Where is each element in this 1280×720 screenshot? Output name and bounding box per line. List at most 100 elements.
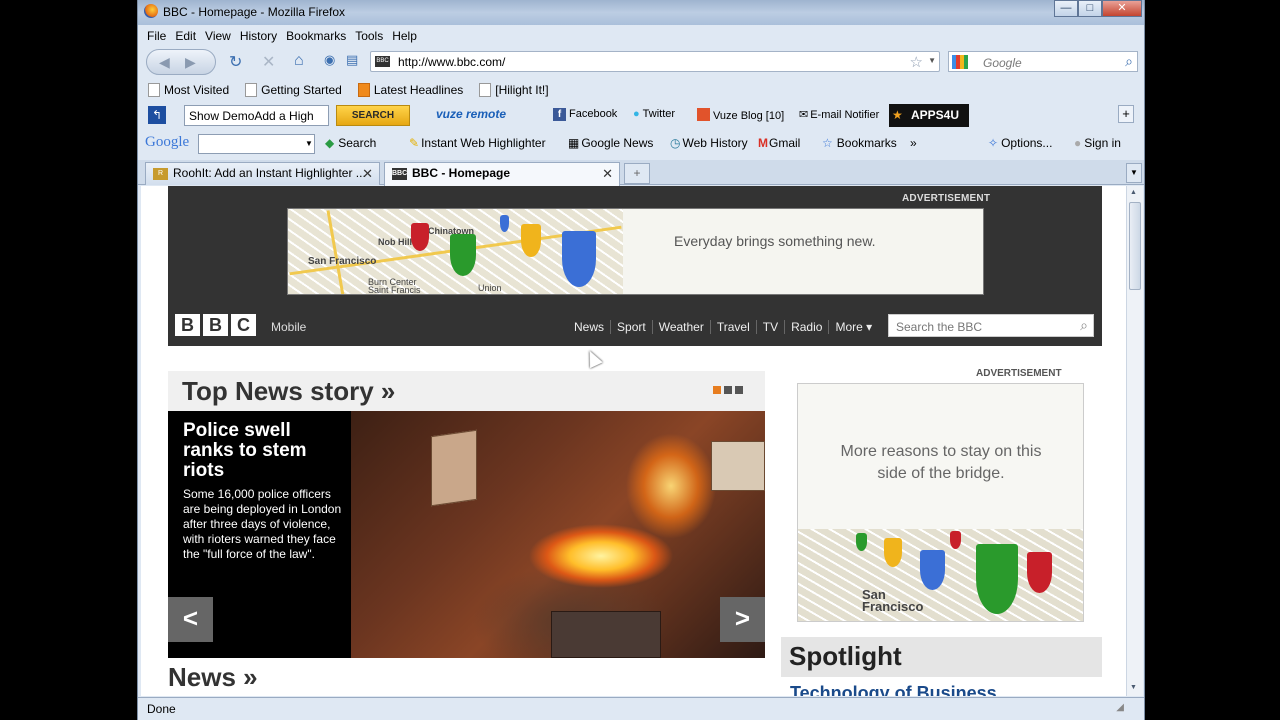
search-icon: ◆ <box>325 136 335 150</box>
tab-bar: R RoohIt: Add an Instant Highlighter ...… <box>138 160 1144 186</box>
search-icon[interactable]: ⌕ <box>1080 317 1088 334</box>
bookmark-latest-headlines[interactable]: Latest Headlines <box>357 80 463 100</box>
top-advertisement[interactable]: Chinatown San Francisco Nob Hill Burn Ce… <box>287 208 984 295</box>
addon-icon[interactable]: ◉ <box>324 52 335 68</box>
nav-news[interactable]: News <box>568 320 610 334</box>
nav-travel[interactable]: Travel <box>709 320 756 334</box>
address-bar[interactable]: BBC http://www.bbc.com/ ☆ ▼ <box>370 51 940 72</box>
nav-tv[interactable]: TV <box>755 320 784 334</box>
spotlight-title[interactable]: Spotlight <box>789 641 902 672</box>
add-toolbar-icon[interactable]: + <box>1118 105 1134 123</box>
side-advertisement[interactable]: More reasons to stay on this side of the… <box>797 383 1084 622</box>
stop-icon[interactable]: ✕ <box>262 52 275 72</box>
nav-weather[interactable]: Weather <box>651 320 710 334</box>
nav-more[interactable]: More ▾ <box>828 320 878 334</box>
page-icon <box>245 83 258 97</box>
next-story-button[interactable]: > <box>720 597 765 642</box>
maximize-button[interactable]: □ <box>1078 0 1102 17</box>
green-pin-icon <box>976 544 1018 614</box>
google-news-button[interactable]: ▦ Google News <box>568 136 653 150</box>
facebook-button[interactable]: f Facebook <box>553 108 617 121</box>
minimize-button[interactable]: — <box>1054 0 1078 17</box>
spotlight-link[interactable]: Technology of Business <box>790 683 997 696</box>
scrollbar-thumb[interactable] <box>1129 202 1141 290</box>
bookmark-hilight-it[interactable]: [Hilight It!] <box>479 80 549 100</box>
reload-icon[interactable]: ↻ <box>229 52 242 72</box>
forward-arrow-icon[interactable]: ▶ <box>185 54 196 71</box>
bookmark-star-icon[interactable]: ☆ <box>910 53 923 71</box>
new-tab-button[interactable]: + <box>624 163 650 184</box>
carousel-dot[interactable] <box>724 386 732 394</box>
search-bar[interactable]: Google ⌕ <box>948 51 1138 72</box>
google-search-button[interactable]: ◆ Search <box>325 136 376 150</box>
search-icon[interactable]: ⌕ <box>1125 53 1133 70</box>
news-section-title[interactable]: News » <box>168 662 258 693</box>
mobile-link[interactable]: Mobile <box>271 320 306 334</box>
carousel-dot[interactable] <box>735 386 743 394</box>
google-input-dropdown-icon[interactable]: ▼ <box>305 139 313 148</box>
apps4u-button[interactable]: APPS4U <box>889 104 969 127</box>
bbc-logo[interactable]: B B C <box>175 314 256 336</box>
nav-radio[interactable]: Radio <box>784 320 828 334</box>
top-story-panel[interactable]: Police swell ranks to stem riots Some 16… <box>168 411 765 658</box>
back-forward-buttons[interactable]: ◀ ▶ <box>146 49 216 75</box>
menu-bookmarks[interactable]: Bookmarks <box>286 26 346 46</box>
more-chevron[interactable]: » <box>910 136 917 150</box>
toolbar-logo-icon[interactable]: ↰ <box>148 106 166 124</box>
url-dropdown-icon[interactable]: ▼ <box>928 56 936 65</box>
prev-story-button[interactable]: < <box>168 597 213 642</box>
scroll-down-icon[interactable]: ▼ <box>1130 684 1137 691</box>
tab-bbc-homepage[interactable]: BBC BBC - Homepage ✕ <box>384 162 620 186</box>
carousel-dot[interactable] <box>713 386 721 394</box>
page-viewport: ADVERTISEMENT Chinatown San Francisco No… <box>141 186 1126 696</box>
story-headline[interactable]: Police swell ranks to stem riots <box>183 421 343 481</box>
nav-sport[interactable]: Sport <box>610 320 652 334</box>
google-search-input[interactable] <box>198 134 315 154</box>
twitter-button[interactable]: ● Twitter <box>633 108 675 120</box>
bbc-search-input[interactable]: Search the BBC ⌕ <box>888 314 1094 337</box>
close-tab-icon[interactable]: ✕ <box>602 163 613 184</box>
menu-help[interactable]: Help <box>392 26 417 46</box>
vertical-scrollbar[interactable]: ▲ ▼ <box>1126 186 1143 696</box>
bookmarks-toolbar: Most Visited Getting Started Latest Head… <box>138 80 1144 100</box>
story-summary: Some 16,000 police officers are being de… <box>183 487 342 561</box>
menu-view[interactable]: View <box>205 26 231 46</box>
bookmark-getting-started[interactable]: Getting Started <box>245 80 342 100</box>
menu-file[interactable]: File <box>147 26 166 46</box>
close-tab-icon[interactable]: ✕ <box>362 163 373 184</box>
sidebar-icon[interactable]: ▤ <box>346 52 358 68</box>
browser-window: BBC - Homepage - Mozilla Firefox — □ ✕ F… <box>137 0 1145 720</box>
map-label: Nob Hill <box>378 237 412 247</box>
story-image[interactable] <box>351 411 765 658</box>
email-notifier-button[interactable]: ✉ E-mail Notifier <box>799 108 879 121</box>
sign-in-button[interactable]: ● Sign in <box>1074 136 1121 150</box>
gmail-button[interactable]: MGmail <box>758 136 800 150</box>
home-icon[interactable]: ⌂ <box>294 52 304 70</box>
scroll-up-icon[interactable]: ▲ <box>1130 189 1137 196</box>
site-identity-icon[interactable]: BBC <box>375 56 390 67</box>
top-news-title[interactable]: Top News story » <box>182 376 395 407</box>
menu-history[interactable]: History <box>240 26 277 46</box>
highlighter-button[interactable]: ✎ Instant Web Highlighter <box>409 136 546 150</box>
resize-grip-icon[interactable]: ◢ <box>1116 702 1124 713</box>
close-button[interactable]: ✕ <box>1102 0 1142 17</box>
google-engine-icon[interactable] <box>952 55 968 69</box>
back-arrow-icon[interactable]: ◀ <box>159 54 170 71</box>
bbc-search-placeholder: Search the BBC <box>896 320 983 334</box>
tab-list-icon[interactable]: ▼ <box>1126 163 1142 183</box>
url-text[interactable]: http://www.bbc.com/ <box>398 55 505 69</box>
search-button[interactable]: SEARCH <box>336 105 410 126</box>
vuze-blog-button[interactable]: Vuze Blog [10] <box>697 108 784 122</box>
menu-edit[interactable]: Edit <box>175 26 196 46</box>
tab-roohit[interactable]: R RoohIt: Add an Instant Highlighter ...… <box>145 162 380 185</box>
web-history-button[interactable]: ◷ Web History <box>670 136 748 150</box>
options-button[interactable]: ✧ Options... <box>988 136 1052 150</box>
vuze-remote-button[interactable]: vuze remote <box>436 107 506 121</box>
side-ad-map-image: San Francisco <box>798 529 1083 621</box>
carousel-indicator[interactable] <box>713 386 743 394</box>
bookmark-most-visited[interactable]: Most Visited <box>148 80 229 100</box>
google-toolbar: Google ▼ ◆ Search ✎ Instant Web Highlighte… <box>138 131 1144 157</box>
menu-tools[interactable]: Tools <box>355 26 383 46</box>
demo-dropdown[interactable]: Show DemoAdd a High <box>184 105 329 126</box>
google-bookmarks-button[interactable]: ☆ Bookmarks <box>822 136 897 150</box>
